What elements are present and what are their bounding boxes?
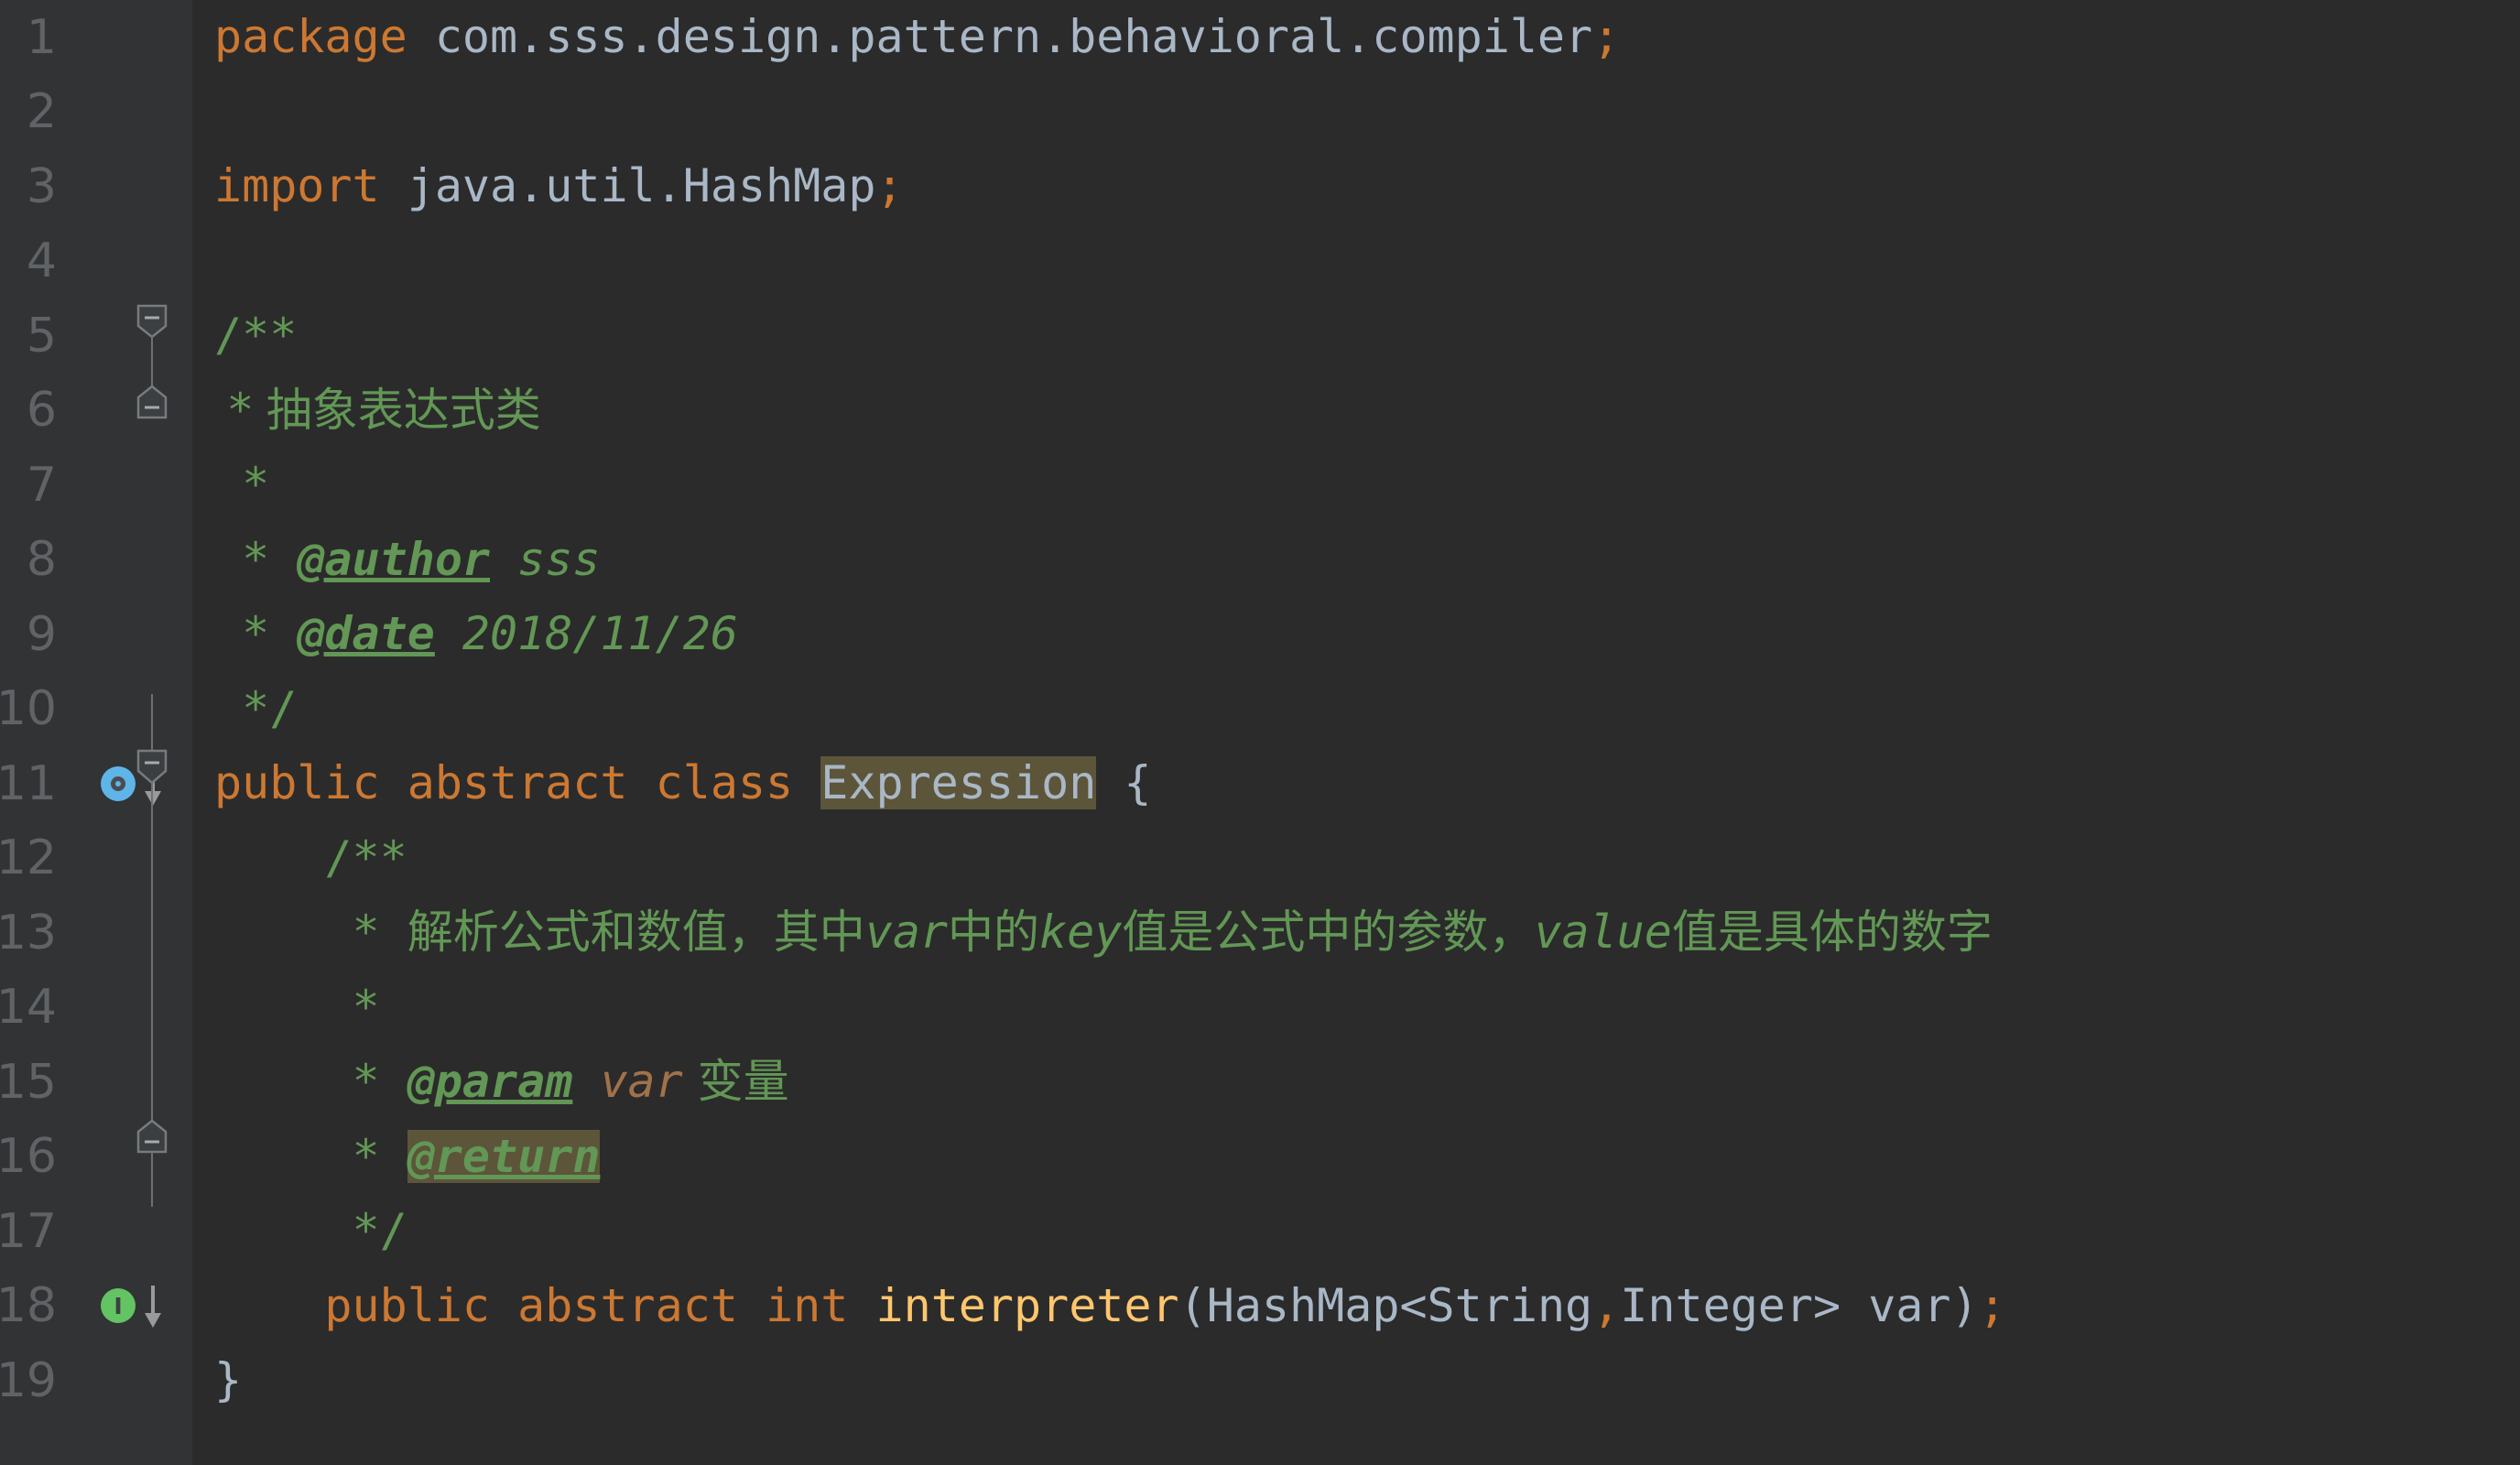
implemented-method-marker-icon[interactable]: I [101, 1288, 136, 1324]
fold-start-marker-line-12[interactable] [135, 749, 169, 785]
code-line-3[interactable]: import java.util.HashMap; [214, 149, 2006, 224]
code-line-15[interactable]: * @param var 变量 [214, 1045, 2006, 1120]
token-javadoc-text: 解析公式和数值，其中 [407, 906, 865, 959]
code-line-5[interactable]: /** [214, 298, 2006, 374]
token-javadoc-param-name: var [572, 1055, 683, 1108]
token-javadoc-author-value: sss [490, 532, 601, 586]
line-number: 13 [0, 905, 57, 960]
token-javadoc-code-var: var [864, 906, 949, 959]
token-semicolon: ; [1592, 10, 1621, 63]
code-line-7[interactable]: * [214, 448, 2006, 523]
code-line-13[interactable]: * 解析公式和数值，其中var中的key值是公式中的参数，value值是具体的数… [214, 895, 2006, 971]
line-number: 17 [0, 1203, 57, 1259]
line-number: 10 [0, 681, 57, 737]
code-line-17[interactable]: */ [214, 1194, 2006, 1269]
line-number: 19 [0, 1352, 57, 1408]
line-number: 2 [26, 84, 57, 140]
token-javadoc-tag-param[interactable]: @param [407, 1055, 573, 1108]
token-keyword: public abstract int [324, 1278, 876, 1332]
fold-connector [151, 1152, 153, 1207]
code-line-10[interactable]: */ [214, 672, 2006, 747]
token-keyword: import [214, 159, 380, 212]
token-comma: , [1592, 1278, 1621, 1332]
token-import-path: java.util.HashMap [379, 159, 876, 212]
token-params-part1: (HashMap<String [1179, 1278, 1593, 1332]
code-editor: 1 2 3 4 5 6 7 8 9 10 11 12 13 14 15 16 1… [0, 0, 2520, 1465]
token-javadoc-text: * [214, 458, 270, 511]
token-semicolon: ; [875, 159, 904, 212]
editor-gutter[interactable]: 1 2 3 4 5 6 7 8 9 10 11 12 13 14 15 16 1… [0, 0, 192, 1465]
code-line-1[interactable]: package com.sss.design.pattern.behaviora… [214, 0, 2006, 75]
line-number: 3 [26, 158, 57, 214]
token-semicolon: ; [1978, 1278, 2006, 1332]
line-number: 12 [0, 830, 57, 886]
token-keyword: package [214, 10, 407, 63]
abstract-class-marker-icon[interactable] [101, 765, 136, 801]
line-number: 1 [26, 9, 57, 65]
token-javadoc-text: 值是具体的数字 [1671, 906, 1993, 959]
fold-start-marker-line-5[interactable] [135, 302, 169, 339]
token-javadoc-star: * [214, 607, 298, 660]
code-line-4[interactable] [214, 224, 2006, 299]
token-javadoc-close: */ [214, 1204, 407, 1257]
fold-end-marker-line-10[interactable] [135, 385, 169, 419]
line-number: 16 [0, 1129, 57, 1185]
token-javadoc-star: * [214, 1055, 407, 1108]
token-brace-close: } [214, 1353, 243, 1406]
code-line-14[interactable]: * [214, 971, 2006, 1046]
line-number: 4 [26, 233, 57, 289]
line-number: 14 [0, 980, 57, 1036]
code-line-12[interactable]: /** [214, 821, 2006, 896]
token-javadoc-text: * 抽象表达式类 [214, 383, 541, 437]
token-javadoc-tag-return-highlighted[interactable]: @return [407, 1129, 601, 1183]
line-number: 18 [0, 1278, 57, 1334]
code-line-9[interactable]: * @date 2018/11/26 [214, 597, 2006, 672]
token-keyword: public abstract class [214, 756, 821, 809]
token-javadoc-code-key: key [1039, 906, 1123, 959]
code-line-6[interactable]: * 抽象表达式类 [214, 374, 2006, 449]
code-lines: package com.sss.design.pattern.behaviora… [192, 0, 2006, 1418]
code-folding-column[interactable] [136, 0, 192, 1465]
code-line-18[interactable]: public abstract int interpreter(HashMap<… [214, 1269, 2006, 1344]
token-javadoc-tag-date[interactable]: @date [297, 607, 435, 660]
token-package-path: com.sss.design.pattern.behavioral.compil… [407, 10, 1593, 63]
line-number: 7 [26, 457, 57, 513]
code-line-19[interactable]: } [214, 1343, 2006, 1418]
line-number: 11 [0, 755, 57, 811]
token-params-part2: Integer> var) [1620, 1278, 1979, 1332]
line-number: 9 [26, 606, 57, 662]
token-javadoc-text: 值是公式中的参数， [1122, 906, 1535, 959]
fold-connector [151, 783, 153, 1126]
line-number: 15 [0, 1054, 57, 1110]
token-javadoc-star: * [214, 532, 298, 586]
token-javadoc-date-value: 2018/11/26 [434, 607, 738, 660]
token-javadoc-star: * [214, 906, 407, 959]
token-javadoc-open: /** [214, 830, 407, 884]
token-method-name[interactable]: interpreter [875, 1279, 1179, 1332]
token-javadoc-param-desc: 变量 [682, 1055, 789, 1108]
line-number: 8 [26, 532, 57, 588]
token-javadoc-star: * [214, 980, 380, 1034]
token-class-name-highlighted[interactable]: Expression [820, 756, 1097, 809]
fold-end-marker-line-17[interactable] [135, 1119, 169, 1154]
token-javadoc-code-value: value [1534, 906, 1672, 959]
code-line-8[interactable]: * @author sss [214, 523, 2006, 598]
code-line-2[interactable] [214, 75, 2006, 150]
code-line-11[interactable]: public abstract class Expression { [214, 746, 2006, 821]
token-javadoc-star: * [214, 1129, 407, 1183]
code-text-area[interactable]: package com.sss.design.pattern.behaviora… [192, 0, 2520, 1465]
token-javadoc-open: /** [214, 309, 298, 362]
code-line-16[interactable]: * @return [214, 1120, 2006, 1195]
token-brace-open: { [1096, 756, 1152, 809]
line-number: 6 [26, 383, 57, 439]
token-javadoc-text: 中的 [948, 906, 1040, 959]
line-number: 5 [26, 308, 57, 364]
token-javadoc-tag-author[interactable]: @author [297, 533, 490, 586]
token-javadoc-close: */ [214, 681, 298, 735]
